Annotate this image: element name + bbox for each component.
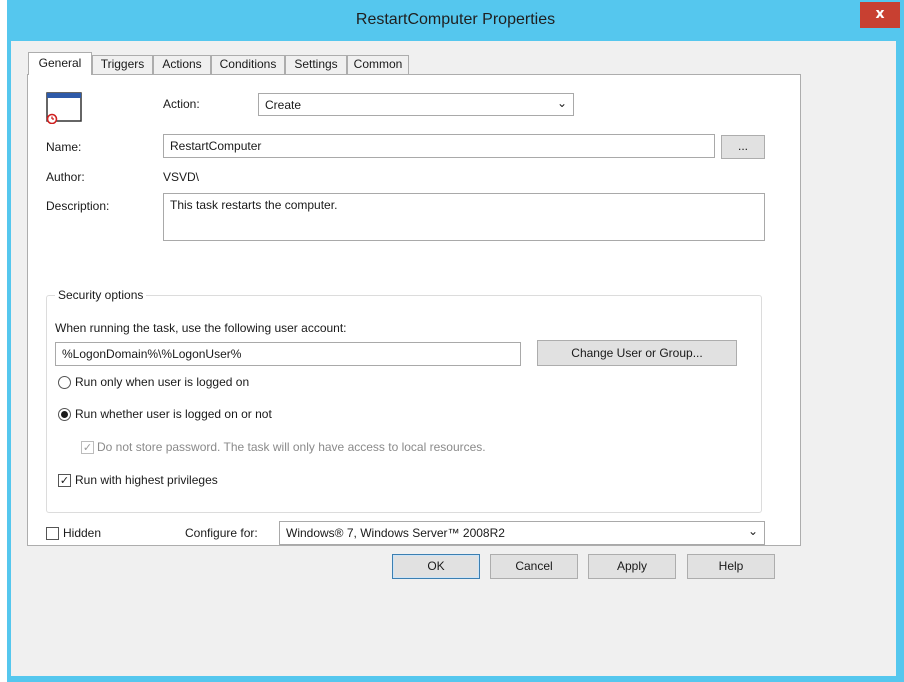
- checkmark-icon: ✓: [82, 441, 93, 454]
- author-value: VSVD\: [163, 170, 200, 184]
- configure-for-select[interactable]: Windows® 7, Windows Server™ 2008R2 ⌄: [279, 521, 765, 545]
- general-tab-panel: Action: Create ⌄ Name: RestartComputer .…: [27, 74, 801, 546]
- tab-conditions[interactable]: Conditions: [211, 55, 285, 74]
- action-select[interactable]: Create ⌄: [258, 93, 574, 116]
- tab-general[interactable]: General: [28, 52, 92, 75]
- help-button[interactable]: Help: [687, 554, 775, 579]
- change-user-button[interactable]: Change User or Group...: [537, 340, 737, 366]
- radio-logged-on[interactable]: [58, 376, 71, 389]
- tab-settings[interactable]: Settings: [285, 55, 347, 74]
- description-label: Description:: [46, 199, 110, 213]
- hidden-label: Hidden: [63, 526, 102, 540]
- radio-logged-on-label: Run only when user is logged on: [75, 375, 250, 389]
- no-store-password-label: Do not store password. The task will onl…: [97, 440, 486, 454]
- action-label: Action:: [163, 97, 200, 111]
- checkmark-icon: ✓: [59, 474, 70, 487]
- configure-for-value: Windows® 7, Windows Server™ 2008R2: [286, 526, 505, 540]
- apply-button[interactable]: Apply: [588, 554, 676, 579]
- dialog-client-area: General Triggers Actions Conditions Sett…: [11, 41, 896, 676]
- task-window-icon: [46, 92, 82, 124]
- configure-for-label: Configure for:: [185, 526, 258, 540]
- ok-button[interactable]: OK: [392, 554, 480, 579]
- cancel-button[interactable]: Cancel: [490, 554, 578, 579]
- radio-whether-label: Run whether user is logged on or not: [75, 407, 272, 421]
- tab-triggers[interactable]: Triggers: [92, 55, 153, 74]
- close-icon: x: [875, 6, 885, 22]
- name-label: Name:: [46, 140, 82, 154]
- window-title: RestartComputer Properties: [355, 11, 556, 28]
- chevron-down-icon: ⌄: [747, 524, 758, 538]
- description-field[interactable]: This task restarts the computer.: [163, 193, 765, 241]
- properties-window: RestartComputer Properties x General Tri…: [7, 0, 904, 682]
- security-options-title: Security options: [55, 288, 147, 302]
- action-value: Create: [265, 98, 302, 112]
- tab-actions[interactable]: Actions: [153, 55, 211, 74]
- title-bar[interactable]: RestartComputer Properties x: [7, 0, 904, 43]
- chevron-down-icon: ⌄: [556, 96, 567, 110]
- user-account-field[interactable]: %LogonDomain%\%LogonUser%: [55, 342, 521, 366]
- account-prompt: When running the task, use the following…: [55, 321, 347, 335]
- browse-button[interactable]: ...: [721, 135, 765, 159]
- author-label: Author:: [46, 170, 85, 184]
- name-field[interactable]: RestartComputer: [163, 134, 715, 158]
- hidden-checkbox[interactable]: [46, 527, 59, 540]
- close-button[interactable]: x: [860, 2, 900, 28]
- highest-privileges-label: Run with highest privileges: [75, 473, 218, 487]
- highest-privileges-checkbox[interactable]: ✓: [58, 474, 71, 487]
- security-options-group: Security options When running the task, …: [46, 288, 762, 513]
- no-store-password-checkbox[interactable]: ✓: [81, 441, 94, 454]
- radio-whether-logged-on[interactable]: [58, 408, 71, 421]
- tab-common[interactable]: Common: [347, 55, 409, 74]
